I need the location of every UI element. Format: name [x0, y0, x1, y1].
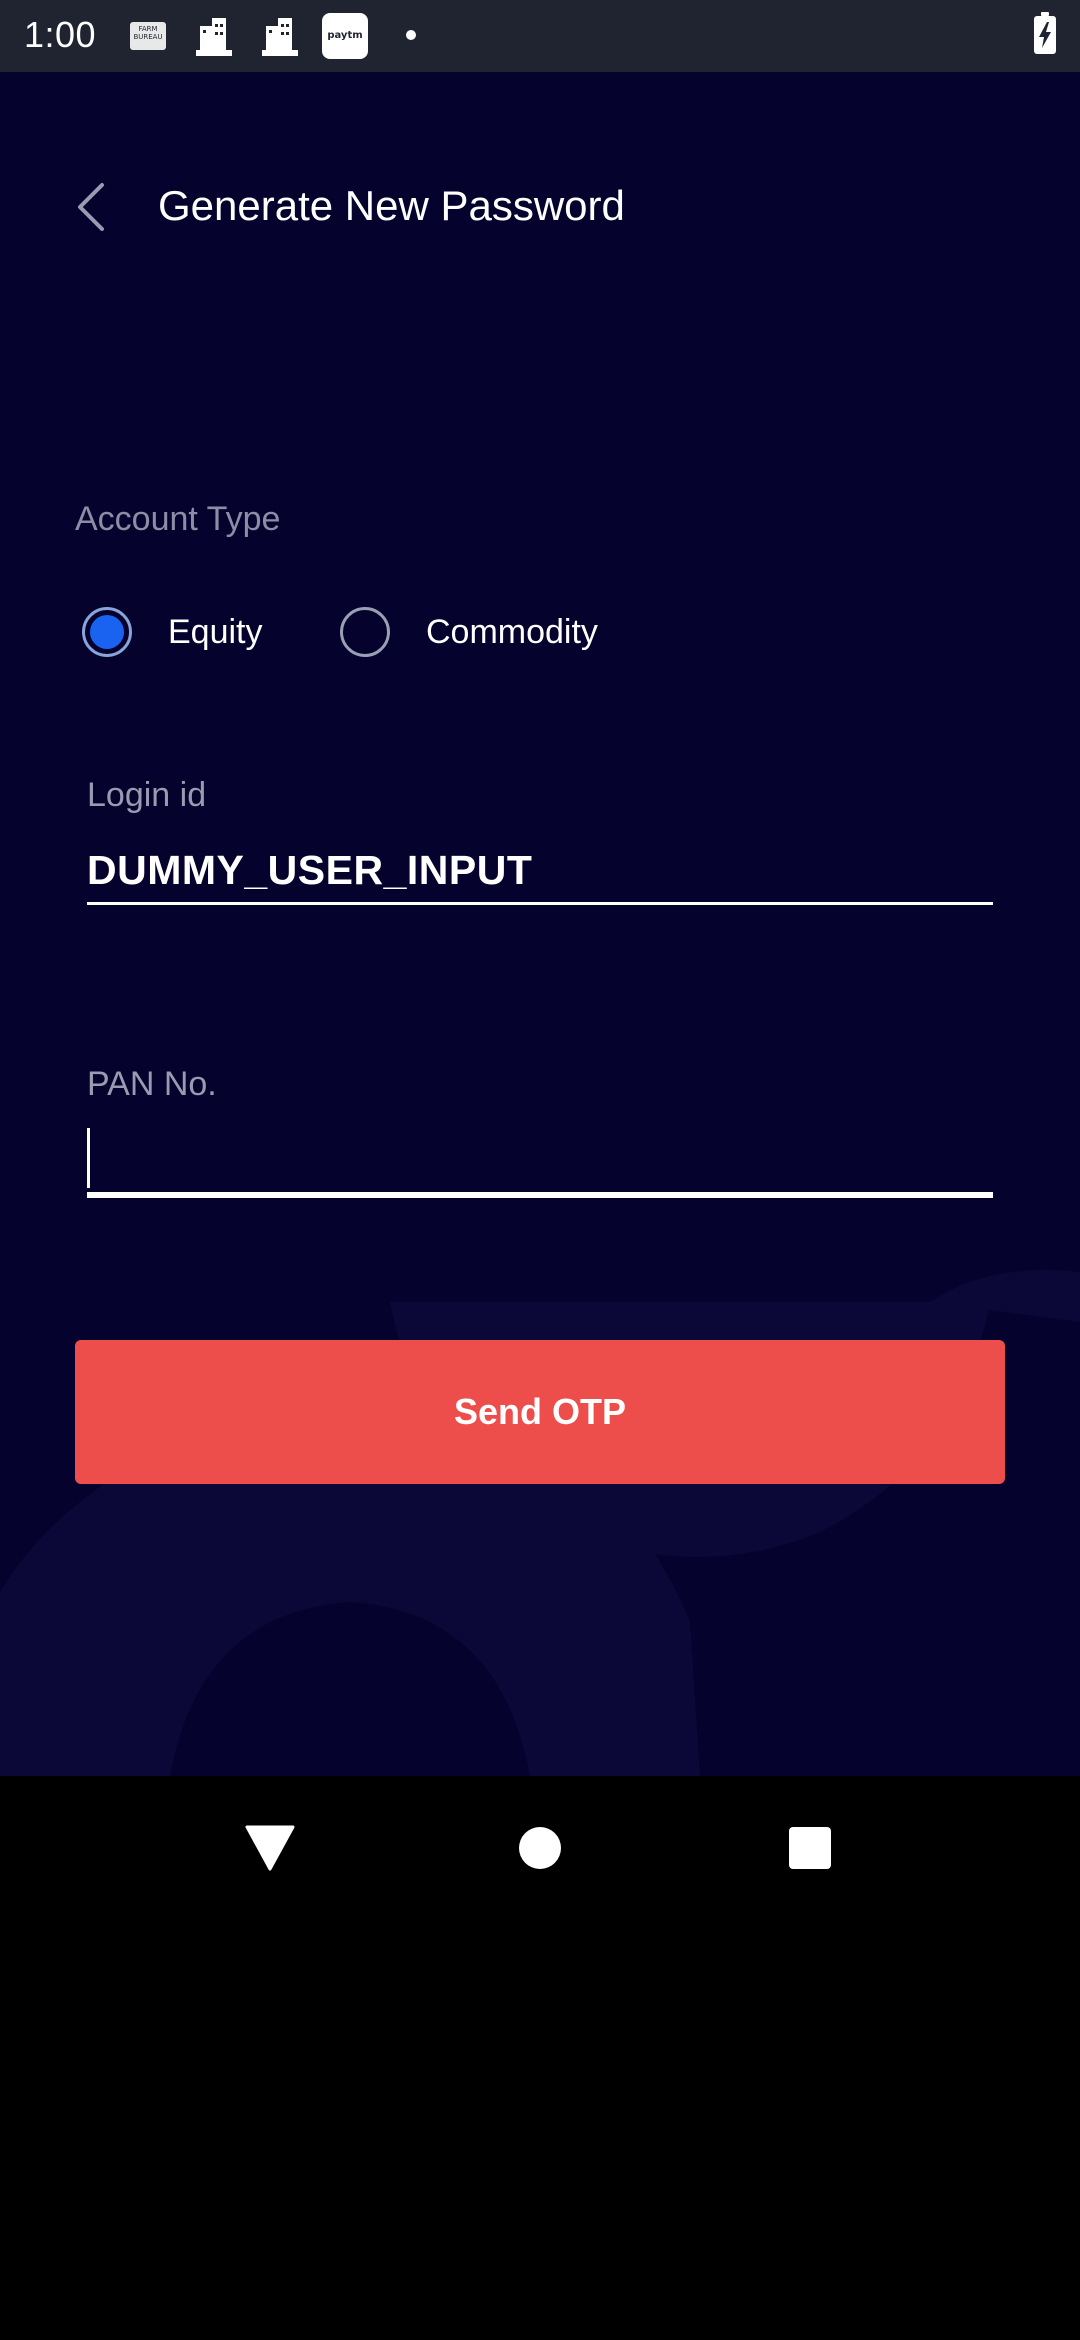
radio-label-commodity: Commodity [426, 612, 598, 651]
login-id-input[interactable] [87, 842, 993, 898]
login-id-label: Login id [87, 776, 207, 814]
radio-label-equity: Equity [168, 612, 263, 651]
text-cursor [87, 1128, 90, 1188]
login-id-underline [87, 902, 993, 905]
farm-bureau-icon-text: FARM BUREAU [133, 25, 163, 41]
paytm-icon: paytm [322, 13, 368, 59]
home-circle-icon [519, 1827, 561, 1869]
radio-dot [90, 615, 124, 649]
recents-square-icon [789, 1827, 831, 1869]
chevron-left-icon [78, 183, 104, 231]
battery-charging-icon [1034, 12, 1056, 54]
nav-back-button[interactable] [238, 1816, 302, 1880]
building-icon [196, 18, 232, 56]
radio-option-equity[interactable]: Equity [82, 592, 263, 672]
send-otp-label: Send OTP [453, 1391, 627, 1432]
building-icon [262, 18, 298, 56]
pan-input[interactable] [87, 1130, 993, 1190]
account-type-label: Account Type [75, 500, 281, 538]
back-triangle-icon [245, 1825, 295, 1871]
nav-recents-button[interactable] [778, 1816, 842, 1880]
send-otp-button[interactable]: Send OTP [75, 1340, 1005, 1484]
nav-home-button[interactable] [508, 1816, 572, 1880]
pan-underline-focused [87, 1192, 993, 1198]
screen: 1:00 FARM BUREAU paytm Generate New Pass… [0, 0, 1080, 2340]
radio-option-commodity[interactable]: Commodity [340, 592, 598, 672]
radio-button-checked[interactable] [82, 607, 132, 657]
dot-icon [406, 30, 416, 40]
radio-button-unchecked[interactable] [340, 607, 390, 657]
background-decoration [0, 1270, 1080, 1776]
page-title: Generate New Password [158, 182, 625, 229]
app-content: Generate New Password Account Type Equit… [0, 72, 1080, 1776]
navigation-bar [0, 1776, 1080, 1920]
paytm-icon-text: paytm [327, 30, 363, 41]
status-time: 1:00 [24, 14, 97, 55]
back-button[interactable] [60, 172, 120, 242]
farm-bureau-icon: FARM BUREAU [130, 22, 166, 50]
status-bar: 1:00 FARM BUREAU paytm [0, 0, 1080, 72]
pan-label: PAN No. [87, 1065, 217, 1103]
